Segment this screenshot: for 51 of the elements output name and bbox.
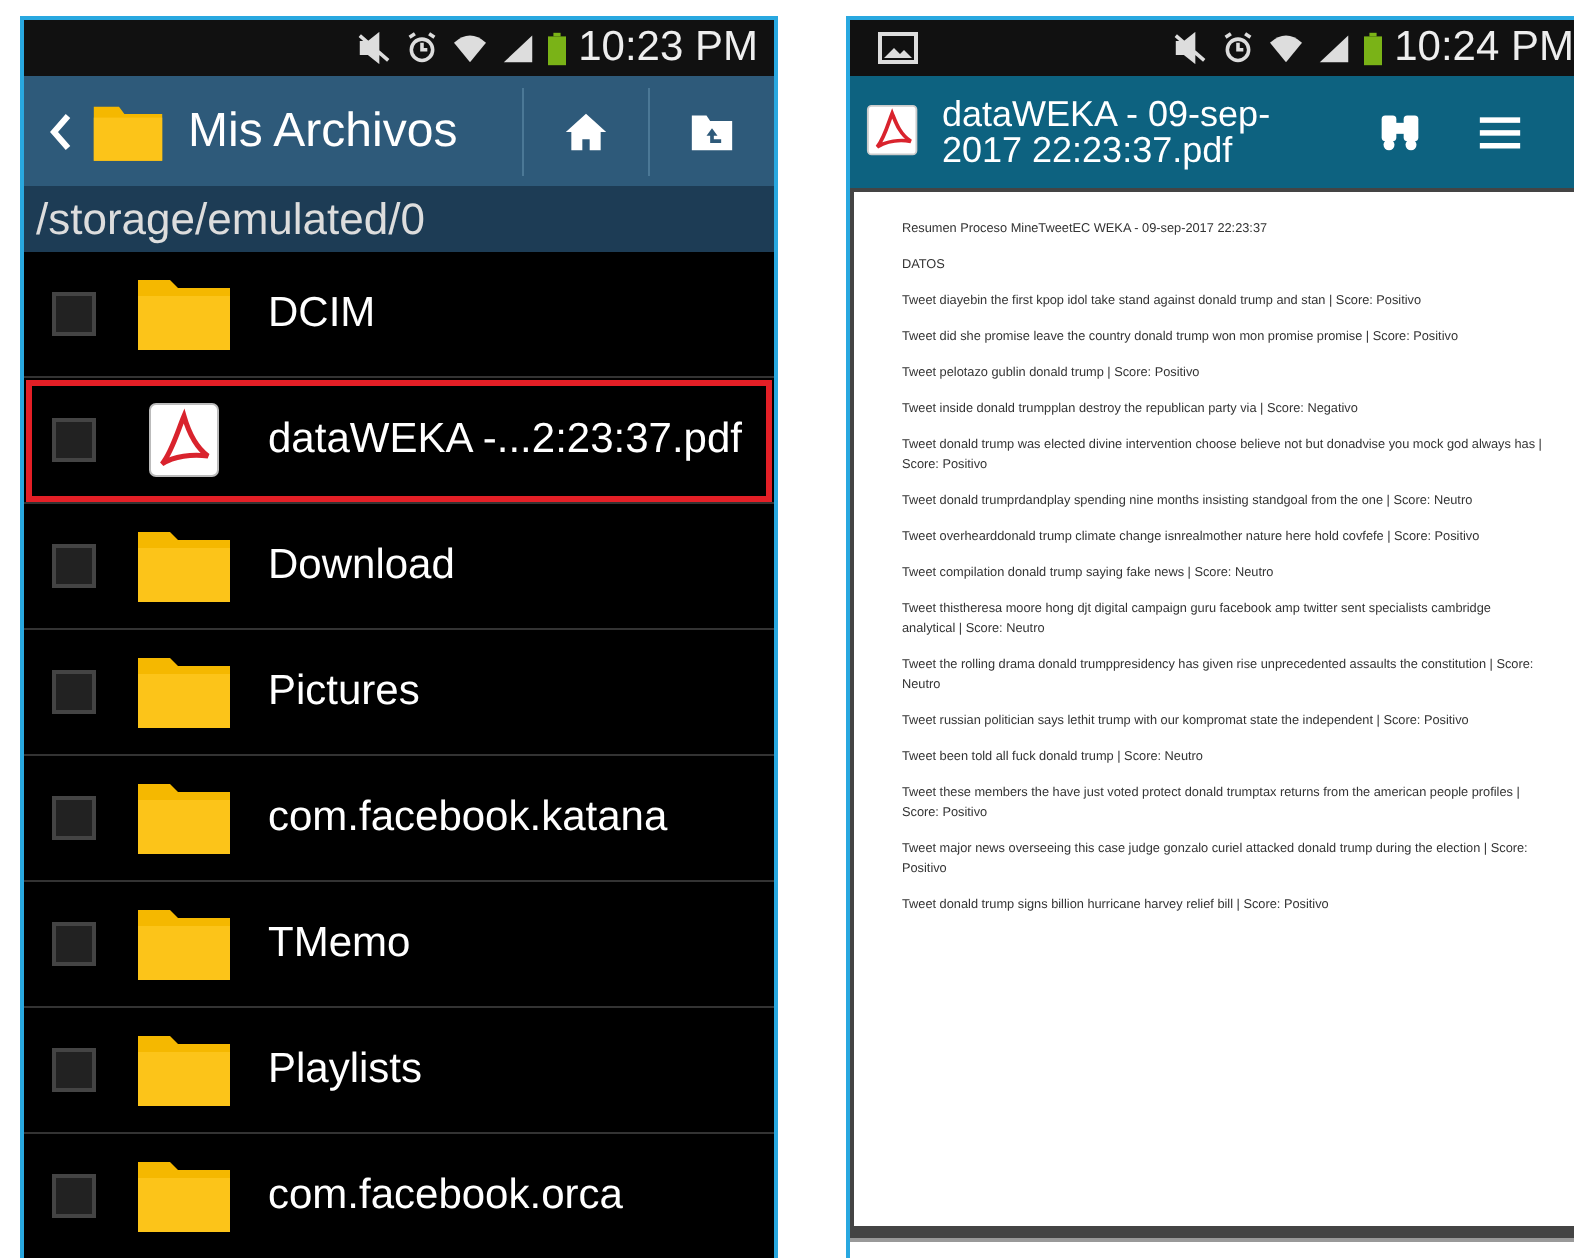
file-row[interactable]: TMemo bbox=[24, 882, 774, 1008]
file-row[interactable]: com.facebook.katana bbox=[24, 756, 774, 882]
alarm-icon bbox=[1220, 32, 1257, 64]
back-icon[interactable] bbox=[48, 111, 72, 151]
checkbox[interactable] bbox=[52, 922, 96, 966]
folder-icon bbox=[136, 654, 232, 730]
file-name: com.facebook.orca bbox=[268, 1172, 623, 1220]
folder-icon bbox=[136, 1032, 232, 1108]
folder-icon bbox=[136, 528, 232, 604]
file-name: dataWEKA -...2:23:37.pdf bbox=[268, 416, 742, 464]
file-row[interactable]: Pictures bbox=[24, 630, 774, 756]
file-name: Pictures bbox=[268, 668, 420, 716]
checkbox[interactable] bbox=[52, 1174, 96, 1218]
checkbox[interactable] bbox=[52, 1048, 96, 1092]
checkbox[interactable] bbox=[52, 292, 96, 336]
file-name: Playlists bbox=[268, 1046, 423, 1094]
folder-icon bbox=[136, 1158, 232, 1234]
file-name: TMemo bbox=[268, 920, 411, 968]
file-name: Download bbox=[268, 542, 455, 590]
folder-icon bbox=[136, 780, 232, 856]
file-row[interactable]: dataWEKA -...2:23:37.pdf bbox=[24, 378, 774, 504]
mute-icon bbox=[1172, 32, 1209, 64]
path-text: /storage/emulated/0 bbox=[24, 186, 774, 252]
status-time: 10:23 PM bbox=[578, 24, 758, 72]
pdf-file-icon bbox=[865, 104, 922, 160]
binoculars-icon[interactable] bbox=[1377, 110, 1422, 154]
file-row[interactable]: DCIM bbox=[24, 252, 774, 378]
home-icon[interactable] bbox=[563, 109, 608, 153]
checkbox[interactable] bbox=[52, 796, 96, 840]
status-time: 10:24 PM bbox=[1394, 24, 1574, 72]
wifi-icon bbox=[1268, 32, 1305, 64]
checkbox[interactable] bbox=[52, 544, 96, 588]
file-row[interactable]: com.facebook.orca bbox=[24, 1134, 774, 1258]
signal-icon bbox=[500, 32, 537, 64]
alarm-icon bbox=[404, 32, 441, 64]
image-icon bbox=[877, 32, 918, 64]
document-title: dataWEKA - 09-sep-2017 22:23:37.pdf bbox=[941, 96, 1273, 168]
file-name: com.facebook.katana bbox=[268, 794, 668, 842]
battery-icon bbox=[1364, 31, 1383, 65]
checkbox[interactable] bbox=[52, 670, 96, 714]
file-row[interactable]: Download bbox=[24, 504, 774, 630]
file-name: DCIM bbox=[268, 290, 376, 338]
mute-icon bbox=[356, 32, 393, 64]
app-title: Mis Archivos bbox=[188, 103, 460, 159]
battery-icon bbox=[548, 31, 567, 65]
folder-icon bbox=[136, 906, 232, 982]
folder-icon bbox=[136, 276, 232, 352]
file-row[interactable]: Playlists bbox=[24, 1008, 774, 1134]
signal-icon bbox=[1316, 32, 1353, 64]
wifi-icon bbox=[452, 32, 489, 64]
checkbox[interactable] bbox=[52, 418, 96, 462]
